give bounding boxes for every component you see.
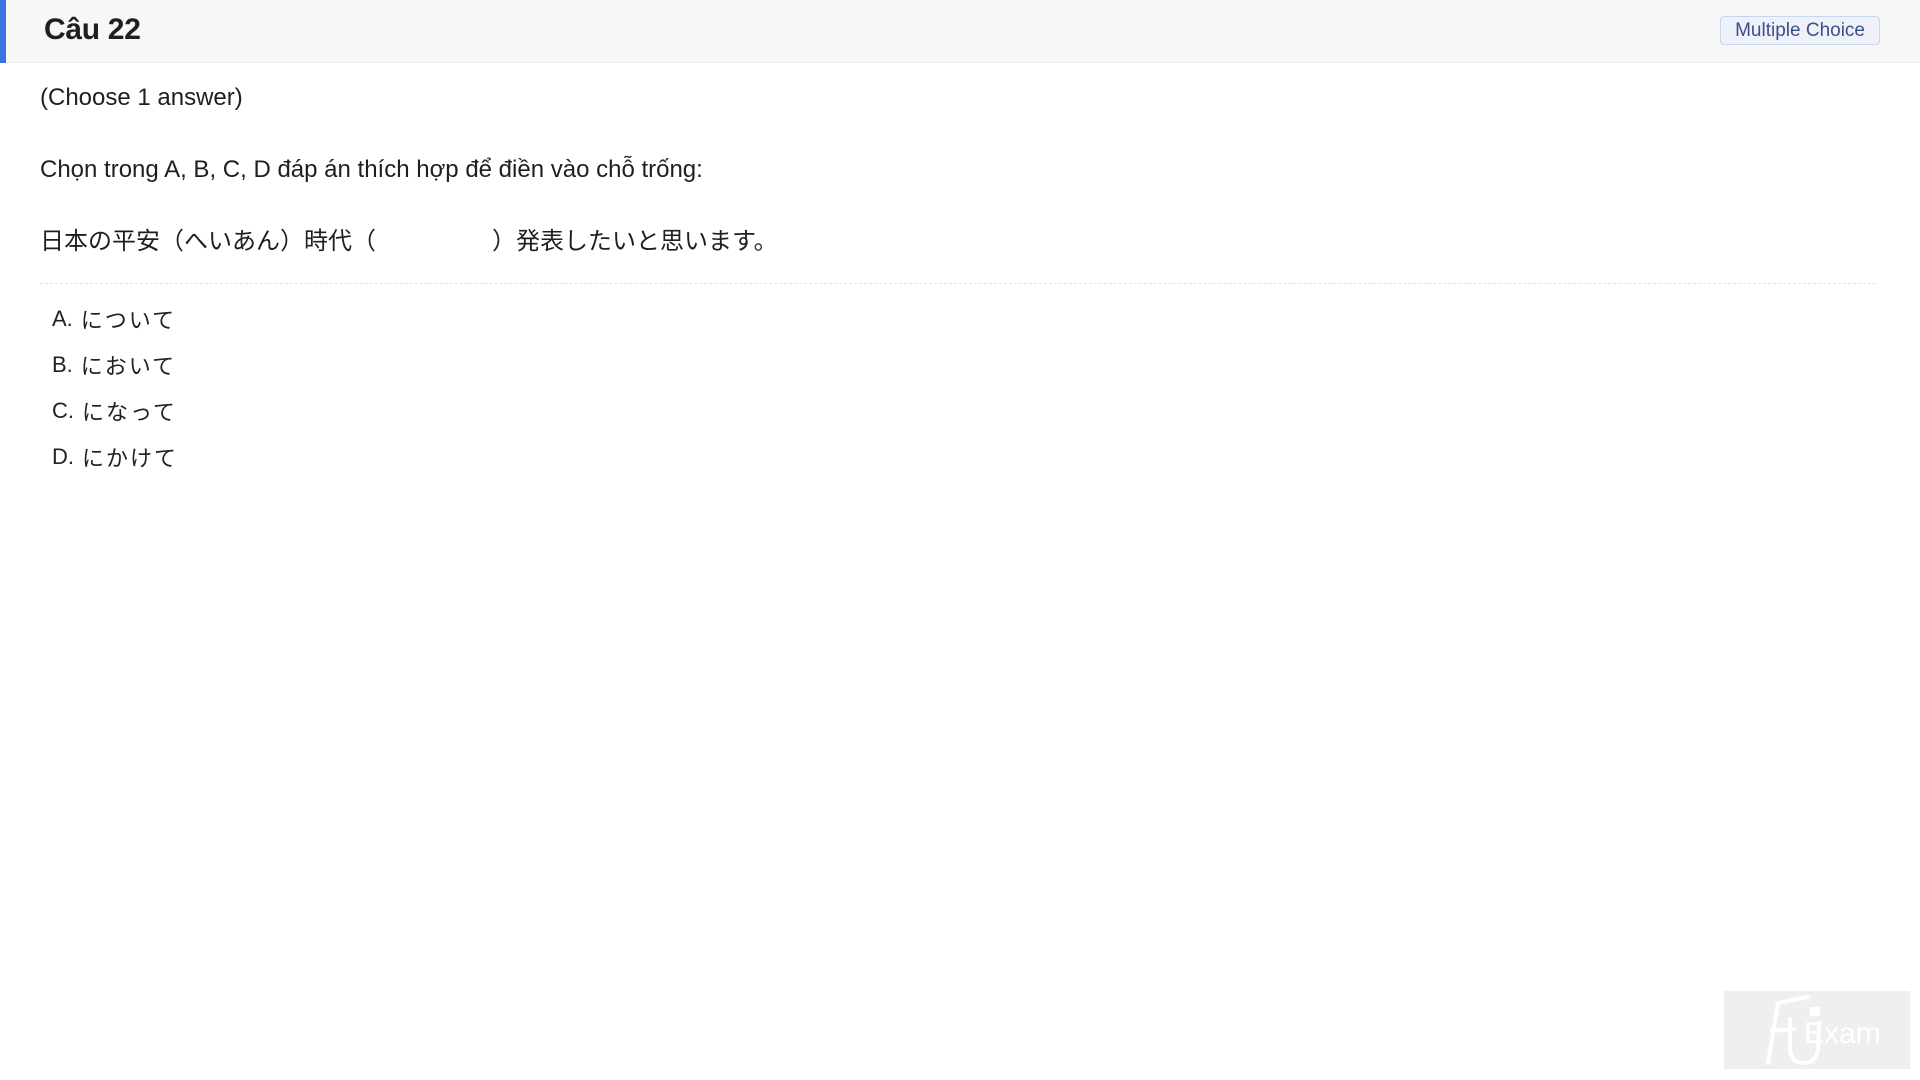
option-letter: B. bbox=[52, 352, 73, 377]
option-b[interactable]: B. において bbox=[52, 342, 178, 388]
answer-options: A. について B. において C. になって D. にかけて bbox=[52, 296, 178, 480]
question-title: Câu 22 bbox=[44, 13, 141, 46]
choose-hint: (Choose 1 answer) bbox=[40, 84, 243, 111]
header-accent-bar bbox=[0, 0, 6, 63]
option-text: にかけて bbox=[82, 447, 179, 472]
option-text: について bbox=[80, 309, 177, 334]
option-text: において bbox=[80, 355, 177, 380]
watermark-text: Exam bbox=[1804, 1017, 1881, 1050]
question-sentence-after: ）発表したいと思います。 bbox=[492, 227, 778, 255]
option-d[interactable]: D. にかけて bbox=[52, 434, 178, 480]
question-sentence: 日本の平安（へいあん）時代（ ）発表したいと思います。 bbox=[40, 224, 778, 258]
question-sentence-before: 日本の平安（へいあん）時代（ bbox=[40, 227, 376, 255]
fu-exam-watermark: Exam bbox=[1724, 991, 1910, 1069]
option-letter: C. bbox=[52, 398, 74, 423]
exam-question-page: Câu 22 Multiple Choice (Choose 1 answer)… bbox=[0, 0, 1920, 1080]
option-letter: A. bbox=[52, 306, 73, 331]
question-header: Câu 22 Multiple Choice bbox=[0, 0, 1920, 63]
question-instruction: Chọn trong A, B, C, D đáp án thích hợp đ… bbox=[40, 156, 703, 183]
option-letter: D. bbox=[52, 444, 74, 469]
option-a[interactable]: A. について bbox=[52, 296, 178, 342]
option-c[interactable]: C. になって bbox=[52, 388, 178, 434]
question-type-badge: Multiple Choice bbox=[1720, 16, 1880, 45]
option-text: になって bbox=[82, 401, 177, 426]
fu-exam-logo-icon: Exam bbox=[1766, 995, 1881, 1065]
options-divider bbox=[40, 283, 1876, 284]
